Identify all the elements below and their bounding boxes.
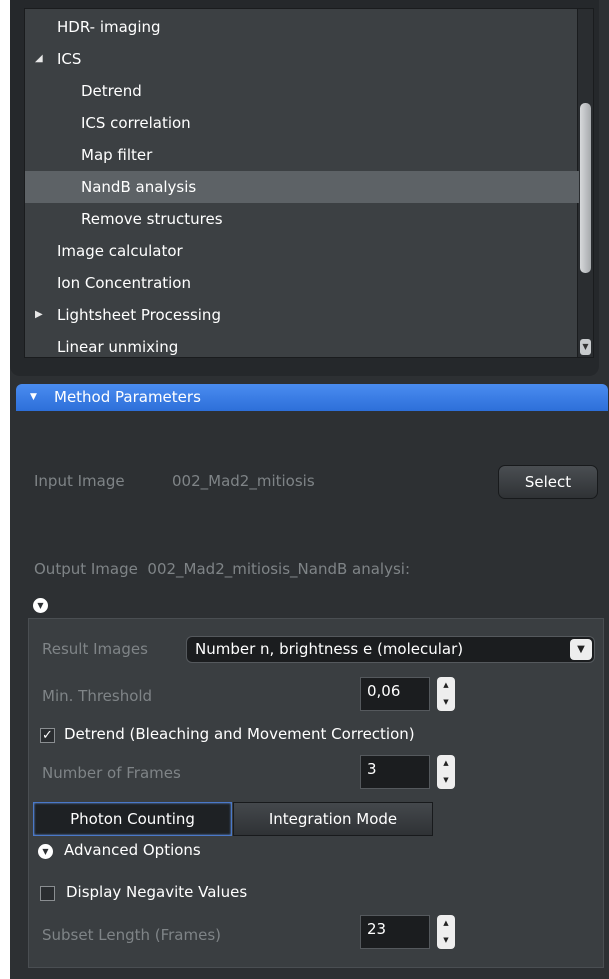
subset-length-label: Subset Length (Frames) xyxy=(42,926,222,944)
tree-item[interactable]: Linear unmixing xyxy=(25,331,579,357)
collapse-triangle-icon[interactable]: ▼ xyxy=(30,384,37,411)
tree-item[interactable]: ▶ Lightsheet Processing xyxy=(25,299,579,331)
method-parameters-header[interactable]: ▼ Method Parameters xyxy=(16,384,608,411)
checkmark-icon: ✓ xyxy=(42,728,53,743)
output-image-value: 002_Mad2_mitiosis_NandB analysi: xyxy=(147,560,411,578)
tree-item[interactable]: ◢ ICS xyxy=(25,43,579,75)
number-of-frames-input[interactable]: 3 xyxy=(360,755,430,789)
output-image-label: Output Image xyxy=(34,560,138,578)
number-of-frames-stepper[interactable]: ▲ ▼ xyxy=(437,755,455,789)
subset-length-stepper[interactable]: ▲ ▼ xyxy=(437,915,455,949)
nandb-options-panel xyxy=(28,618,604,968)
tree-item-label: ICS xyxy=(57,50,82,68)
number-of-frames-label: Number of Frames xyxy=(42,764,181,782)
method-parameters-title: Method Parameters xyxy=(54,388,201,406)
result-images-label: Result Images xyxy=(42,640,148,658)
collapsed-arrow-icon[interactable]: ▶ xyxy=(35,299,43,331)
integration-mode-toggle[interactable]: Integration Mode xyxy=(233,802,433,836)
min-threshold-label: Min. Threshold xyxy=(42,687,153,705)
display-negative-checkbox[interactable] xyxy=(40,886,55,901)
stepper-up-icon[interactable]: ▲ xyxy=(437,915,455,932)
tree-scrollbar[interactable]: ▼ xyxy=(577,9,593,357)
tree-item-label: ICS correlation xyxy=(81,114,191,132)
tree-item[interactable]: Detrend xyxy=(25,75,579,107)
tree-item[interactable]: Ion Concentration xyxy=(25,267,579,299)
scroll-down-arrow-icon[interactable]: ▼ xyxy=(580,339,591,355)
tree-item-label: Map filter xyxy=(81,146,153,164)
tree-item[interactable]: Map filter xyxy=(25,139,579,171)
tree-item[interactable]: Image calculator xyxy=(25,235,579,267)
stepper-up-icon[interactable]: ▲ xyxy=(437,677,455,694)
stepper-down-icon[interactable]: ▼ xyxy=(437,932,455,949)
advanced-options-label[interactable]: Advanced Options xyxy=(64,841,201,859)
subset-length-input[interactable]: 23 xyxy=(360,915,430,949)
tree-item-label: NandB analysis xyxy=(81,178,197,196)
min-threshold-input[interactable]: 0,06 xyxy=(360,677,430,711)
input-image-value: 002_Mad2_mitiosis xyxy=(172,472,315,490)
input-image-label: Input Image xyxy=(34,472,125,490)
stepper-down-icon[interactable]: ▼ xyxy=(437,772,455,789)
tree-item-label: Image calculator xyxy=(57,242,183,260)
detrend-label: Detrend (Bleaching and Movement Correcti… xyxy=(64,725,415,743)
stepper-down-icon[interactable]: ▼ xyxy=(437,694,455,711)
expanded-arrow-icon[interactable]: ◢ xyxy=(35,43,43,75)
scrollbar-thumb[interactable] xyxy=(580,103,591,273)
tree-item[interactable]: HDR- imaging xyxy=(25,11,579,43)
tree-item-label: Linear unmixing xyxy=(57,338,179,356)
result-images-value: Number n, brightness e (molecular) xyxy=(195,640,464,658)
tree-item-label: Detrend xyxy=(81,82,142,100)
method-tree[interactable]: ▼ HDR- imaging ◢ ICS Detrend ICS correlation… xyxy=(24,8,594,358)
display-negative-label: Display Negavite Values xyxy=(66,883,248,901)
detrend-checkbox[interactable]: ✓ xyxy=(40,728,55,743)
stepper-up-icon[interactable]: ▲ xyxy=(437,755,455,772)
tree-item-label: Lightsheet Processing xyxy=(57,306,221,324)
min-threshold-stepper[interactable]: ▲ ▼ xyxy=(437,677,455,711)
photon-counting-toggle[interactable]: Photon Counting xyxy=(33,802,232,836)
tree-item-label: Remove structures xyxy=(81,210,223,228)
tree-item[interactable]: ICS correlation xyxy=(25,107,579,139)
tree-item-label: Ion Concentration xyxy=(57,274,191,292)
result-images-dropdown[interactable]: Number n, brightness e (molecular) ▼ xyxy=(186,636,595,663)
select-button[interactable]: Select xyxy=(498,465,598,499)
tree-item[interactable]: NandB analysis xyxy=(25,171,579,203)
tree-item-label: HDR- imaging xyxy=(57,18,161,36)
expand-circle-icon[interactable]: ▼ xyxy=(33,598,48,613)
dropdown-arrow-icon[interactable]: ▼ xyxy=(570,639,592,660)
advanced-options-expand-icon[interactable]: ▼ xyxy=(38,844,53,859)
output-image-line: Output Image 002_Mad2_mitiosis_NandB ana… xyxy=(34,560,506,578)
method-tree-container: ▼ HDR- imaging ◢ ICS Detrend ICS correlation… xyxy=(10,0,599,376)
tree-item[interactable]: Remove structures xyxy=(25,203,579,235)
